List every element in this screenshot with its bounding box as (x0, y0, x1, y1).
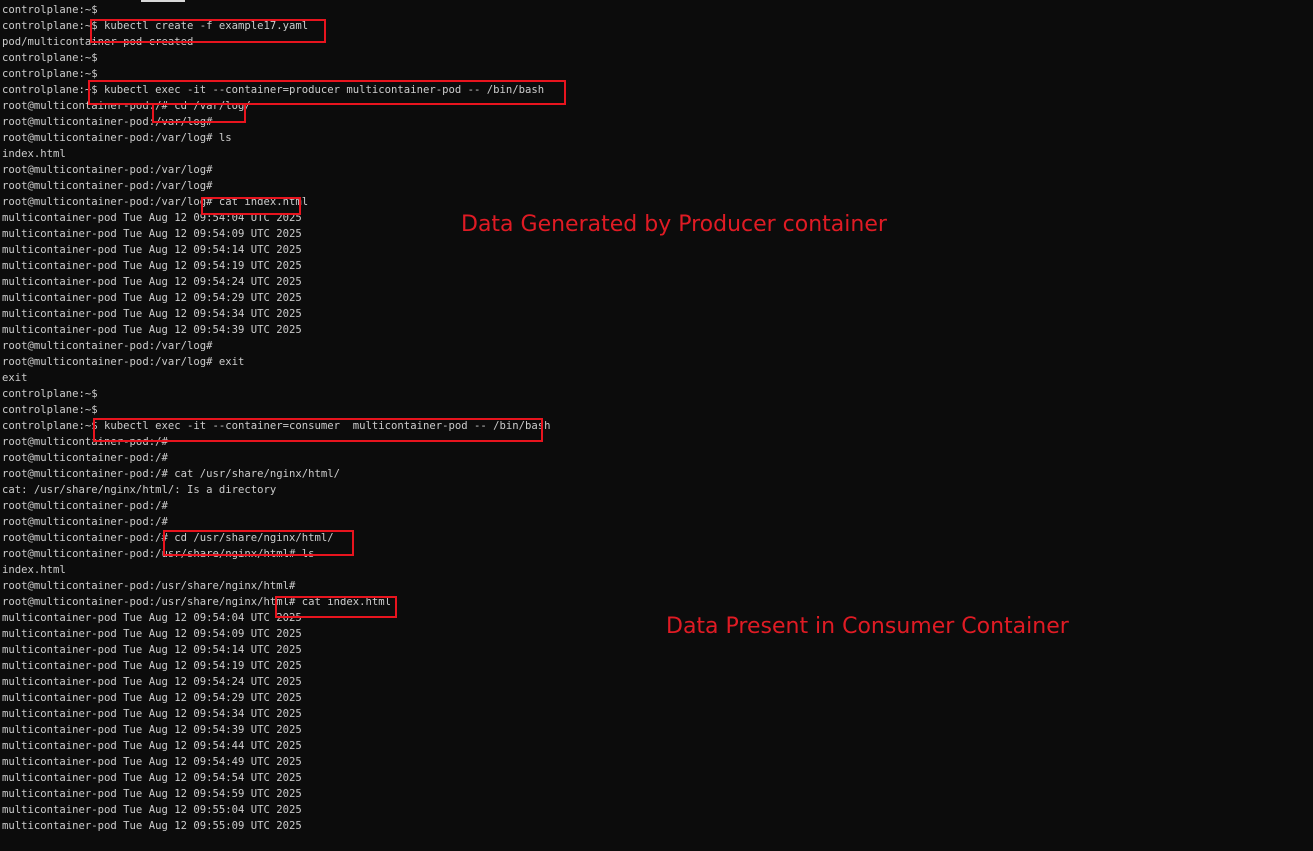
terminal-line: multicontainer-pod Tue Aug 12 09:54:49 U… (2, 756, 302, 768)
terminal-line: multicontainer-pod Tue Aug 12 09:54:19 U… (2, 260, 302, 272)
terminal-line: controlplane:~$ kubectl exec -it --conta… (2, 84, 545, 96)
terminal-line: multicontainer-pod Tue Aug 12 09:54:24 U… (2, 676, 302, 688)
terminal-line: root@multicontainer-pod:/# cd /var/log/ (2, 100, 251, 112)
terminal-line: multicontainer-pod Tue Aug 12 09:55:04 U… (2, 804, 302, 816)
terminal-line: controlplane:~$ (2, 404, 98, 416)
terminal-line: root@multicontainer-pod:/# cat /usr/shar… (2, 468, 341, 480)
terminal-line: multicontainer-pod Tue Aug 12 09:54:24 U… (2, 276, 302, 288)
terminal-line: multicontainer-pod Tue Aug 12 09:54:34 U… (2, 308, 302, 320)
terminal-line: root@multicontainer-pod:/var/log# (2, 116, 213, 128)
terminal-line: index.html (2, 564, 66, 576)
terminal-line: pod/multicontainer-pod created (2, 36, 194, 48)
terminal-line: multicontainer-pod Tue Aug 12 09:54:29 U… (2, 292, 302, 304)
terminal-line: multicontainer-pod Tue Aug 12 09:54:09 U… (2, 628, 302, 640)
terminal-line: multicontainer-pod Tue Aug 12 09:54:54 U… (2, 772, 302, 784)
terminal-output[interactable]: controlplane:~$ controlplane:~$ kubectl c… (2, 2, 1302, 847)
terminal-line: multicontainer-pod Tue Aug 12 09:54:34 U… (2, 708, 302, 720)
terminal-line: multicontainer-pod Tue Aug 12 09:54:29 U… (2, 692, 302, 704)
terminal-line: root@multicontainer-pod:/var/log# exit (2, 356, 245, 368)
terminal-line: root@multicontainer-pod:/# cd /usr/share… (2, 532, 334, 544)
terminal-line: root@multicontainer-pod:/usr/share/nginx… (2, 596, 392, 608)
terminal-line: exit (2, 372, 28, 384)
terminal-line: index.html (2, 148, 66, 160)
terminal-line: root@multicontainer-pod:/# (2, 452, 168, 464)
terminal-line: root@multicontainer-pod:/var/log# ls (2, 132, 232, 144)
terminal-line: root@multicontainer-pod:/# (2, 436, 168, 448)
terminal-line: controlplane:~$ (2, 52, 98, 64)
terminal-line: multicontainer-pod Tue Aug 12 09:54:39 U… (2, 724, 302, 736)
terminal-line: controlplane:~$ kubectl create -f exampl… (2, 20, 309, 32)
producer-annotation: Data Generated by Producer container (461, 212, 887, 237)
terminal-line: multicontainer-pod Tue Aug 12 09:54:59 U… (2, 788, 302, 800)
terminal-line: controlplane:~$ kubectl exec -it --conta… (2, 420, 551, 432)
consumer-annotation: Data Present in Consumer Container (666, 614, 1069, 639)
terminal-line: root@multicontainer-pod:/# (2, 500, 168, 512)
terminal-line: root@multicontainer-pod:/var/log# (2, 164, 213, 176)
terminal-line: multicontainer-pod Tue Aug 12 09:54:14 U… (2, 644, 302, 656)
terminal-line: controlplane:~$ (2, 4, 98, 16)
terminal-line: controlplane:~$ (2, 68, 98, 80)
terminal-line: multicontainer-pod Tue Aug 12 09:54:09 U… (2, 228, 302, 240)
terminal-line: multicontainer-pod Tue Aug 12 09:54:19 U… (2, 660, 302, 672)
terminal-line: root@multicontainer-pod:/# (2, 516, 168, 528)
terminal-line: root@multicontainer-pod:/var/log# (2, 340, 213, 352)
terminal-line: root@multicontainer-pod:/var/log# (2, 180, 213, 192)
terminal-line: root@multicontainer-pod:/usr/share/nginx… (2, 548, 315, 560)
terminal-line: multicontainer-pod Tue Aug 12 09:54:44 U… (2, 740, 302, 752)
terminal-line: multicontainer-pod Tue Aug 12 09:54:04 U… (2, 212, 302, 224)
terminal-line: multicontainer-pod Tue Aug 12 09:55:09 U… (2, 820, 302, 832)
terminal-line: multicontainer-pod Tue Aug 12 09:54:14 U… (2, 244, 302, 256)
terminal-line: cat: /usr/share/nginx/html/: Is a direct… (2, 484, 277, 496)
terminal-line: multicontainer-pod Tue Aug 12 09:54:04 U… (2, 612, 302, 624)
terminal-line: root@multicontainer-pod:/usr/share/nginx… (2, 580, 296, 592)
terminal-line: multicontainer-pod Tue Aug 12 09:54:39 U… (2, 324, 302, 336)
terminal-line: controlplane:~$ (2, 388, 98, 400)
terminal-line: root@multicontainer-pod:/var/log# cat in… (2, 196, 309, 208)
